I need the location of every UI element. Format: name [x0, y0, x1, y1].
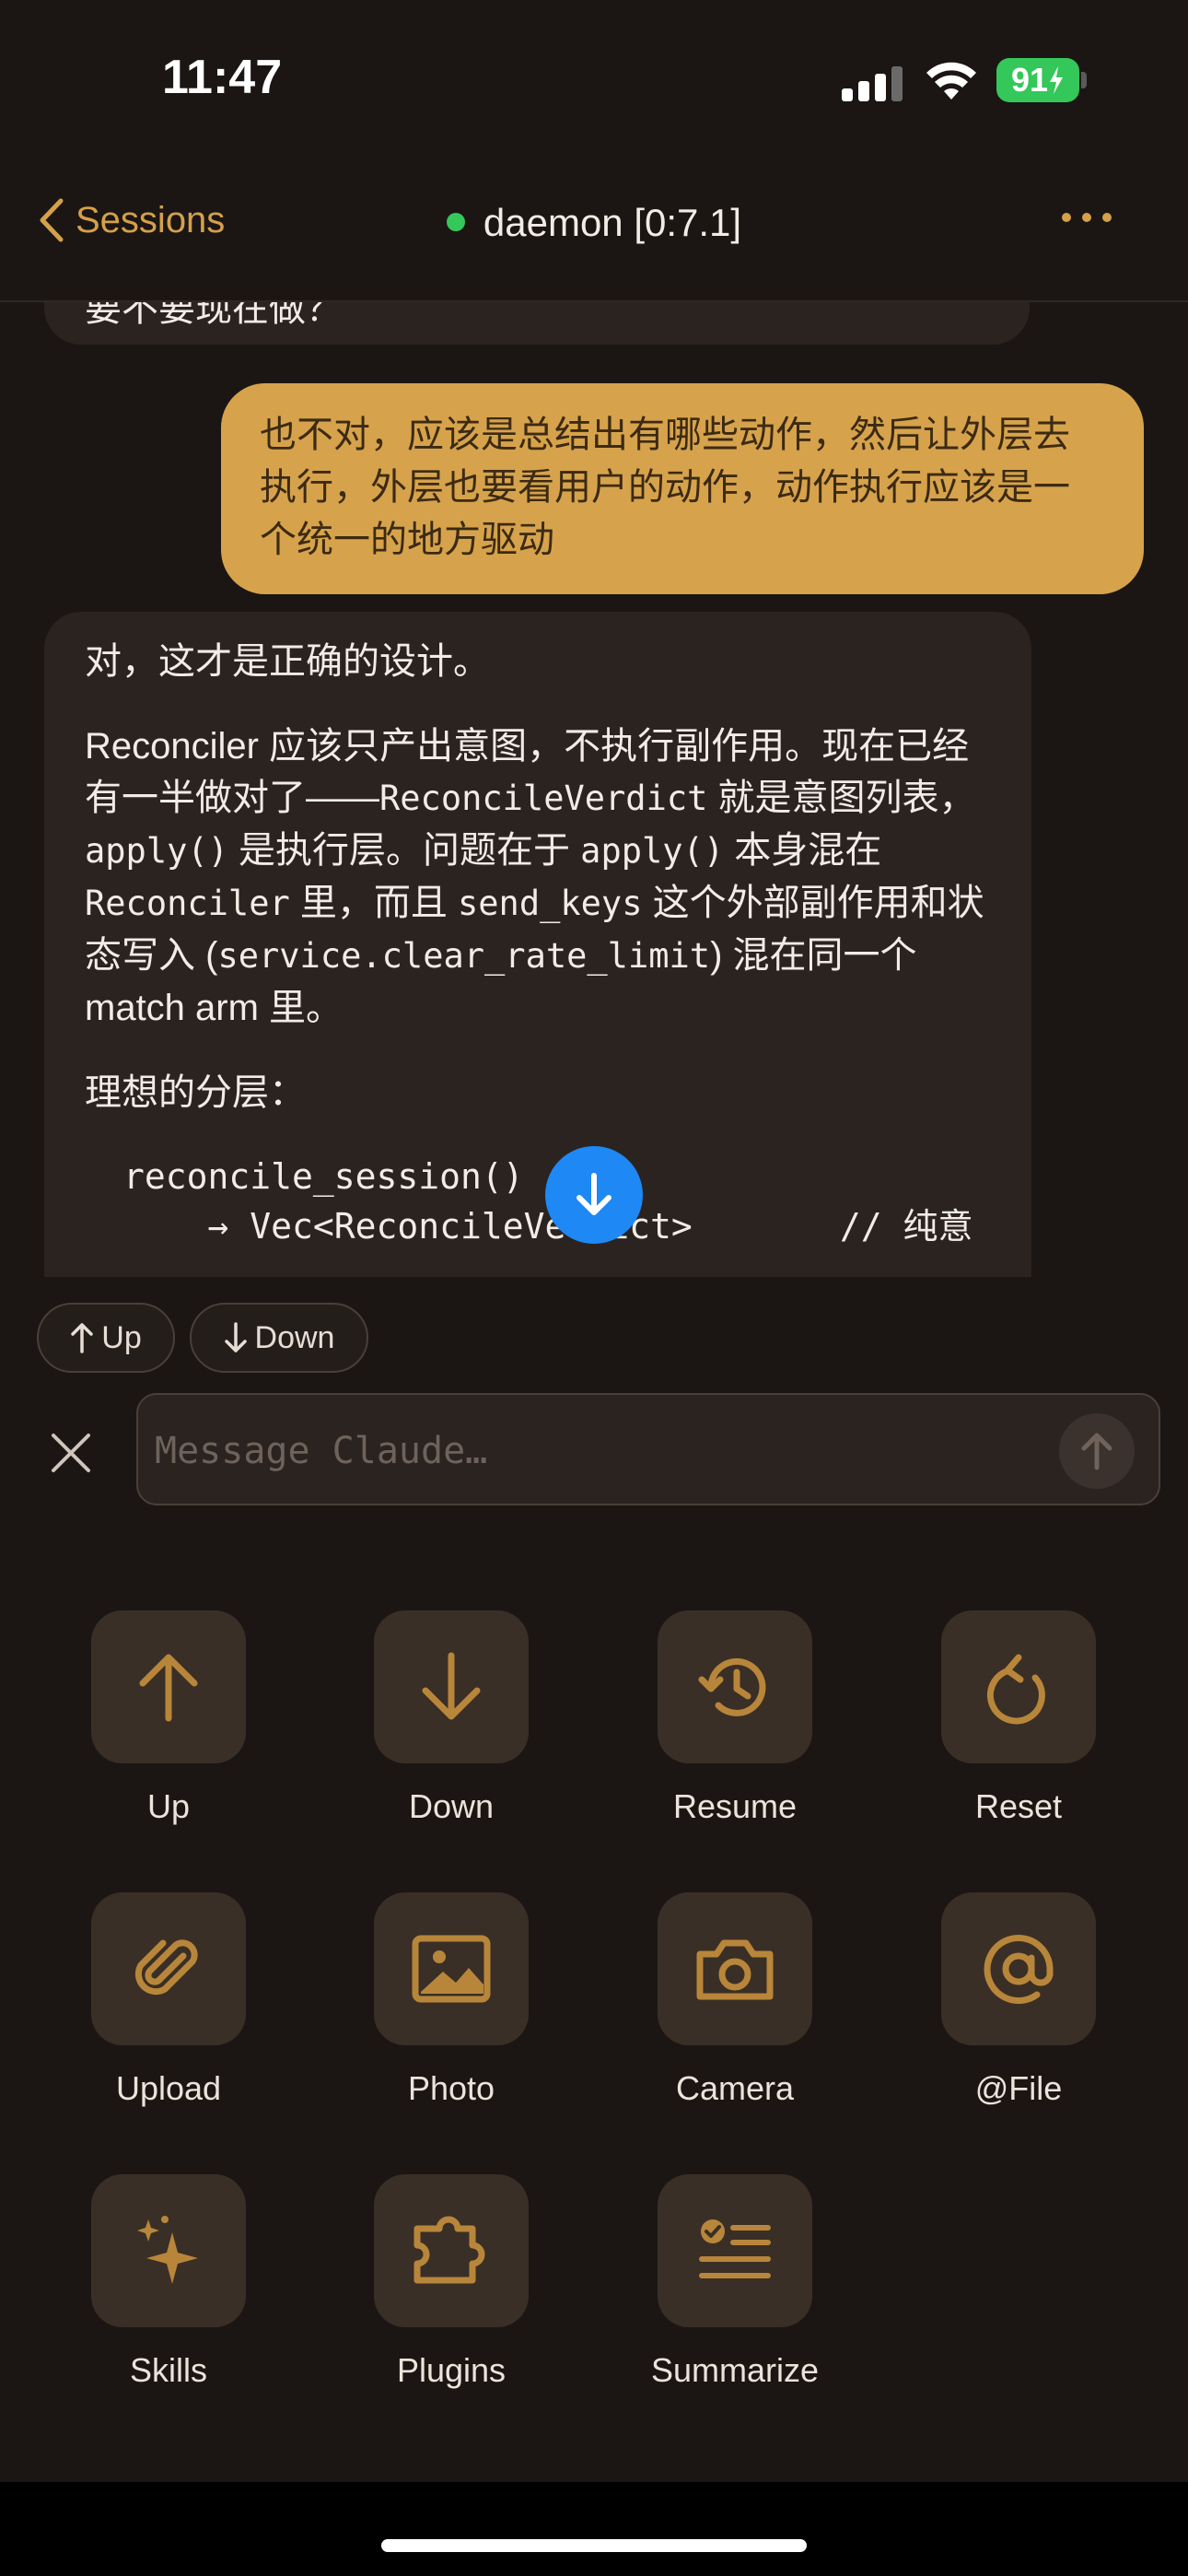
action-skills[interactable]: Skills	[58, 2174, 279, 2390]
action-label: Up	[146, 1787, 191, 1825]
chat-transcript[interactable]: 要不要现在做？ 也不对，应该是总结出有哪些动作，然后让外层去执行，外层也要看用户…	[0, 302, 1188, 1277]
action-label: Down	[408, 1787, 495, 1825]
inline-code: send_keys	[458, 884, 643, 923]
inline-code: Reconciler	[85, 884, 290, 923]
charging-bolt-icon	[1050, 66, 1064, 94]
action-up[interactable]: Up	[58, 1610, 279, 1826]
action-down[interactable]: Down	[341, 1610, 562, 1826]
paperclip-icon	[134, 1939, 198, 1996]
action-file-mention[interactable]: @File	[908, 1892, 1129, 2108]
sparkles-icon	[137, 2216, 198, 2284]
send-button[interactable]	[1059, 1413, 1135, 1489]
assistant-paragraph: Reconciler 应该只产出意图，不执行副作用。现在已经有一半做对了——Re…	[85, 726, 984, 1028]
assistant-paragraph: 理想的分层：	[85, 1072, 306, 1113]
code-block-line: → Vec<ReconcileVerdict> // 纯意	[123, 1206, 973, 1247]
arrow-up-icon	[139, 1654, 198, 1722]
arrow-up-icon	[1081, 1433, 1112, 1470]
summarize-icon	[699, 2219, 771, 2278]
puzzle-icon	[413, 2216, 485, 2284]
scroll-down-button[interactable]: Down	[190, 1303, 368, 1373]
assistant-message-previous-text: 要不要现在做？	[85, 302, 343, 329]
action-label: @File	[974, 2069, 1063, 2107]
wifi-icon	[926, 62, 976, 100]
message-input[interactable]	[153, 1419, 1037, 1483]
arrow-down-icon	[422, 1652, 481, 1720]
action-label: Photo	[407, 2069, 495, 2107]
history-icon	[698, 1657, 766, 1716]
action-label: Plugins	[396, 2351, 507, 2389]
action-tile	[941, 1892, 1096, 2045]
battery-level: 91	[1010, 61, 1049, 99]
action-label: Skills	[129, 2351, 207, 2389]
close-icon[interactable]	[48, 1430, 94, 1476]
home-indicator[interactable]	[381, 2539, 807, 2552]
session-status-dot	[446, 212, 465, 231]
session-title: daemon [0:7.1]	[0, 201, 1188, 245]
scroll-to-bottom-button[interactable]	[545, 1146, 643, 1244]
status-time: 11:47	[162, 51, 283, 104]
action-photo[interactable]: Photo	[341, 1892, 562, 2108]
inline-code: ReconcileVerdict	[379, 779, 708, 818]
battery-cap	[1081, 72, 1087, 88]
action-label: Resume	[672, 1787, 798, 1825]
arrow-down-icon	[224, 1322, 247, 1352]
at-icon	[984, 1935, 1054, 2004]
reset-icon	[986, 1654, 1045, 1725]
action-tile	[91, 1892, 246, 2045]
action-tile	[941, 1610, 1096, 1763]
inline-code: apply()	[580, 831, 725, 871]
photo-icon	[412, 1935, 491, 2003]
action-tile	[91, 1610, 246, 1763]
action-label: Summarize	[650, 2351, 820, 2389]
cellular-signal-icon	[842, 66, 903, 101]
arrow-up-icon	[71, 1323, 94, 1353]
action-resume[interactable]: Resume	[624, 1610, 845, 1826]
scroll-down-label: Down	[254, 1319, 335, 1355]
action-camera[interactable]: Camera	[624, 1892, 845, 2108]
action-plugins[interactable]: Plugins	[341, 2174, 562, 2390]
action-upload[interactable]: Upload	[58, 1892, 279, 2108]
action-tile	[658, 1892, 812, 2045]
home-bar-area	[0, 2482, 1188, 2576]
code-block-line: reconcile_session()	[123, 1156, 524, 1197]
action-label: Upload	[115, 2069, 222, 2107]
action-label: Reset	[974, 1787, 1063, 1825]
action-tile	[658, 2174, 812, 2327]
action-tile	[658, 1610, 812, 1763]
action-label: Camera	[675, 2069, 795, 2107]
scroll-up-button[interactable]: Up	[37, 1303, 175, 1373]
battery-indicator: 91	[996, 58, 1079, 102]
action-tile	[374, 2174, 529, 2327]
message-composer	[136, 1393, 1160, 1505]
camera-icon	[696, 1939, 774, 2000]
assistant-message: 对，这才是正确的设计。 Reconciler 应该只产出意图，不执行副作用。现在…	[44, 612, 1031, 1277]
action-tile	[374, 1892, 529, 2045]
action-tile	[91, 2174, 246, 2327]
scroll-up-label: Up	[101, 1319, 142, 1355]
user-message: 也不对，应该是总结出有哪些动作，然后让外层去执行，外层也要看用户的动作，动作执行…	[221, 383, 1144, 594]
assistant-paragraph: 对，这才是正确的设计。	[85, 641, 490, 682]
more-options-icon[interactable]	[1059, 208, 1114, 227]
action-tile	[374, 1610, 529, 1763]
session-name: daemon [0:7.1]	[483, 201, 742, 244]
inline-code: apply()	[85, 831, 228, 871]
action-summarize[interactable]: Summarize	[624, 2174, 845, 2390]
inline-code: service.clear_rate_limit	[217, 936, 711, 976]
action-reset[interactable]: Reset	[908, 1610, 1129, 1826]
arrow-down-icon	[577, 1173, 611, 1215]
